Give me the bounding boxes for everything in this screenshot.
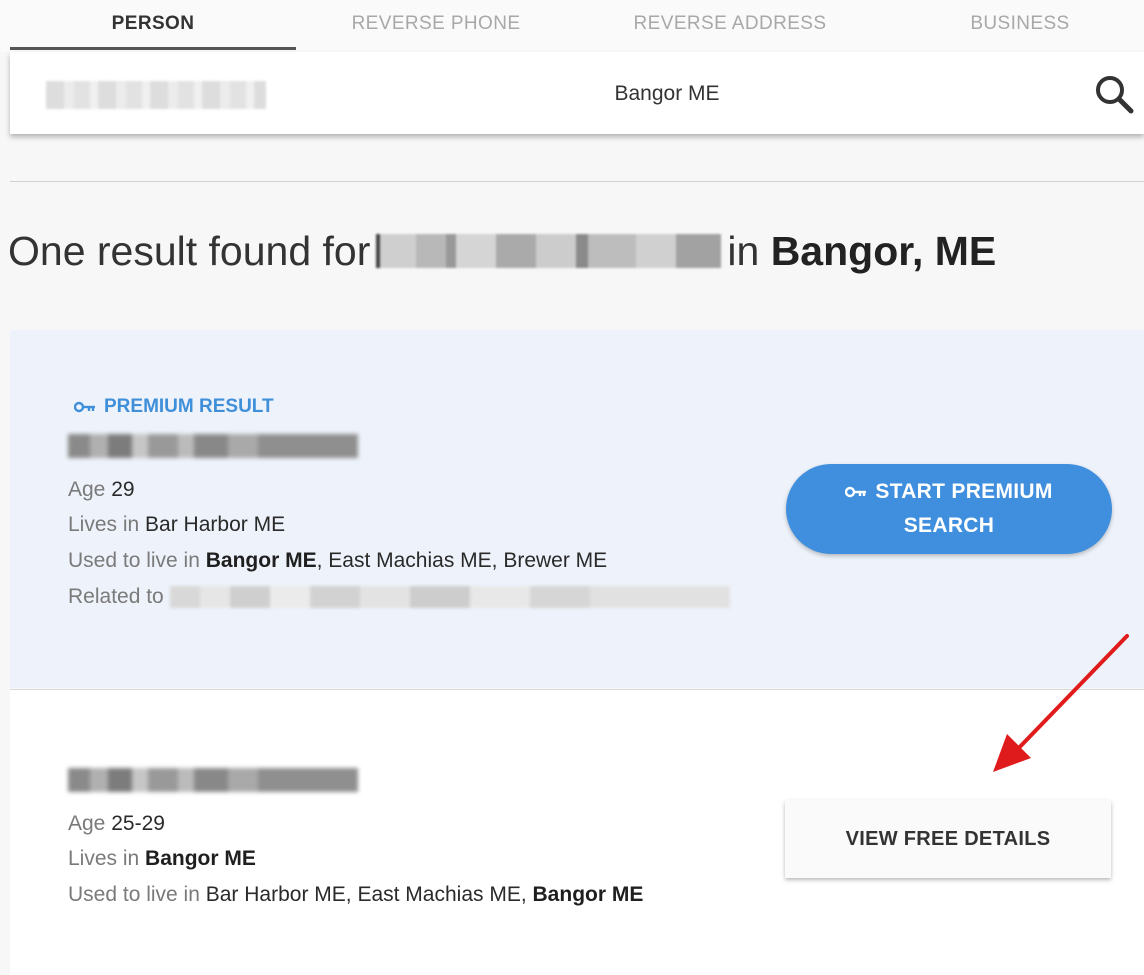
used-label: Used to live in [68, 883, 200, 906]
premium-result-tag: PREMIUM RESULT [74, 396, 274, 418]
free-result-card: Age 25-29 Lives in Bangor ME Used to liv… [10, 689, 1144, 975]
key-icon [74, 401, 95, 413]
used-to-live-line: Used to live in Bangor ME, East Machias … [68, 549, 607, 573]
results-heading: One result found for in Bangor, ME [8, 228, 996, 275]
lives-label: Lives in [68, 513, 140, 536]
tab-reverse-phone[interactable]: REVERSE PHONE [296, 0, 576, 50]
key-icon [845, 486, 867, 498]
redacted-related-names [169, 586, 730, 609]
red-arrow-annotation [993, 634, 1129, 772]
lives-line: Lives in Bangor ME [68, 847, 256, 871]
tab-business[interactable]: BUSINESS [890, 0, 1144, 50]
redacted-person-name [68, 768, 358, 792]
search-button[interactable] [1092, 72, 1136, 116]
heading-in: in [727, 228, 760, 274]
used-to-live-line: Used to live in Bar Harbor ME, East Mach… [68, 883, 643, 907]
start-premium-search-button[interactable]: START PREMIUM SEARCH [786, 464, 1112, 554]
tab-person[interactable]: PERSON [10, 0, 296, 50]
used-bold-value: Bangor ME [532, 883, 644, 906]
age-value: 29 [111, 478, 135, 501]
used-rest-value: Bar Harbor ME, East Machias ME, [205, 883, 533, 906]
age-label: Age [68, 812, 106, 835]
premium-tag-label: PREMIUM RESULT [104, 396, 274, 417]
tab-reverse-address[interactable]: REVERSE ADDRESS [580, 0, 880, 50]
lives-value: Bangor ME [145, 847, 256, 870]
search-type-tabs: PERSON REVERSE PHONE REVERSE ADDRESS BUS… [0, 0, 1144, 52]
age-value: 25-29 [111, 812, 165, 835]
premium-button-label-line2: SEARCH [903, 514, 995, 537]
used-rest-value: , East Machias ME, Brewer ME [316, 549, 608, 572]
premium-result-card: PREMIUM RESULT Age 29 Lives in Bar Harbo… [10, 330, 1144, 688]
heading-prefix: One result found for [8, 228, 371, 274]
search-icon [1096, 76, 1134, 114]
age-label: Age [68, 478, 106, 501]
lives-line: Lives in Bar Harbor ME [68, 513, 285, 537]
divider [10, 181, 1144, 182]
related-label: Related to [68, 585, 164, 608]
redacted-person-name [68, 434, 358, 458]
used-label: Used to live in [68, 549, 200, 572]
location-input[interactable] [430, 74, 904, 114]
age-line: Age 29 [68, 478, 135, 502]
lives-label: Lives in [68, 847, 140, 870]
premium-button-label-line1: START PREMIUM [875, 480, 1053, 503]
related-line: Related to [68, 585, 730, 609]
redacted-query [376, 234, 722, 269]
name-input[interactable] [32, 74, 276, 114]
heading-location: Bangor, ME [770, 228, 997, 274]
view-free-details-button[interactable]: VIEW FREE DETAILS [785, 800, 1111, 878]
lives-value: Bar Harbor ME [145, 513, 286, 536]
used-bold-value: Bangor ME [205, 549, 317, 572]
search-bar [10, 52, 1144, 134]
age-line: Age 25-29 [68, 812, 165, 836]
